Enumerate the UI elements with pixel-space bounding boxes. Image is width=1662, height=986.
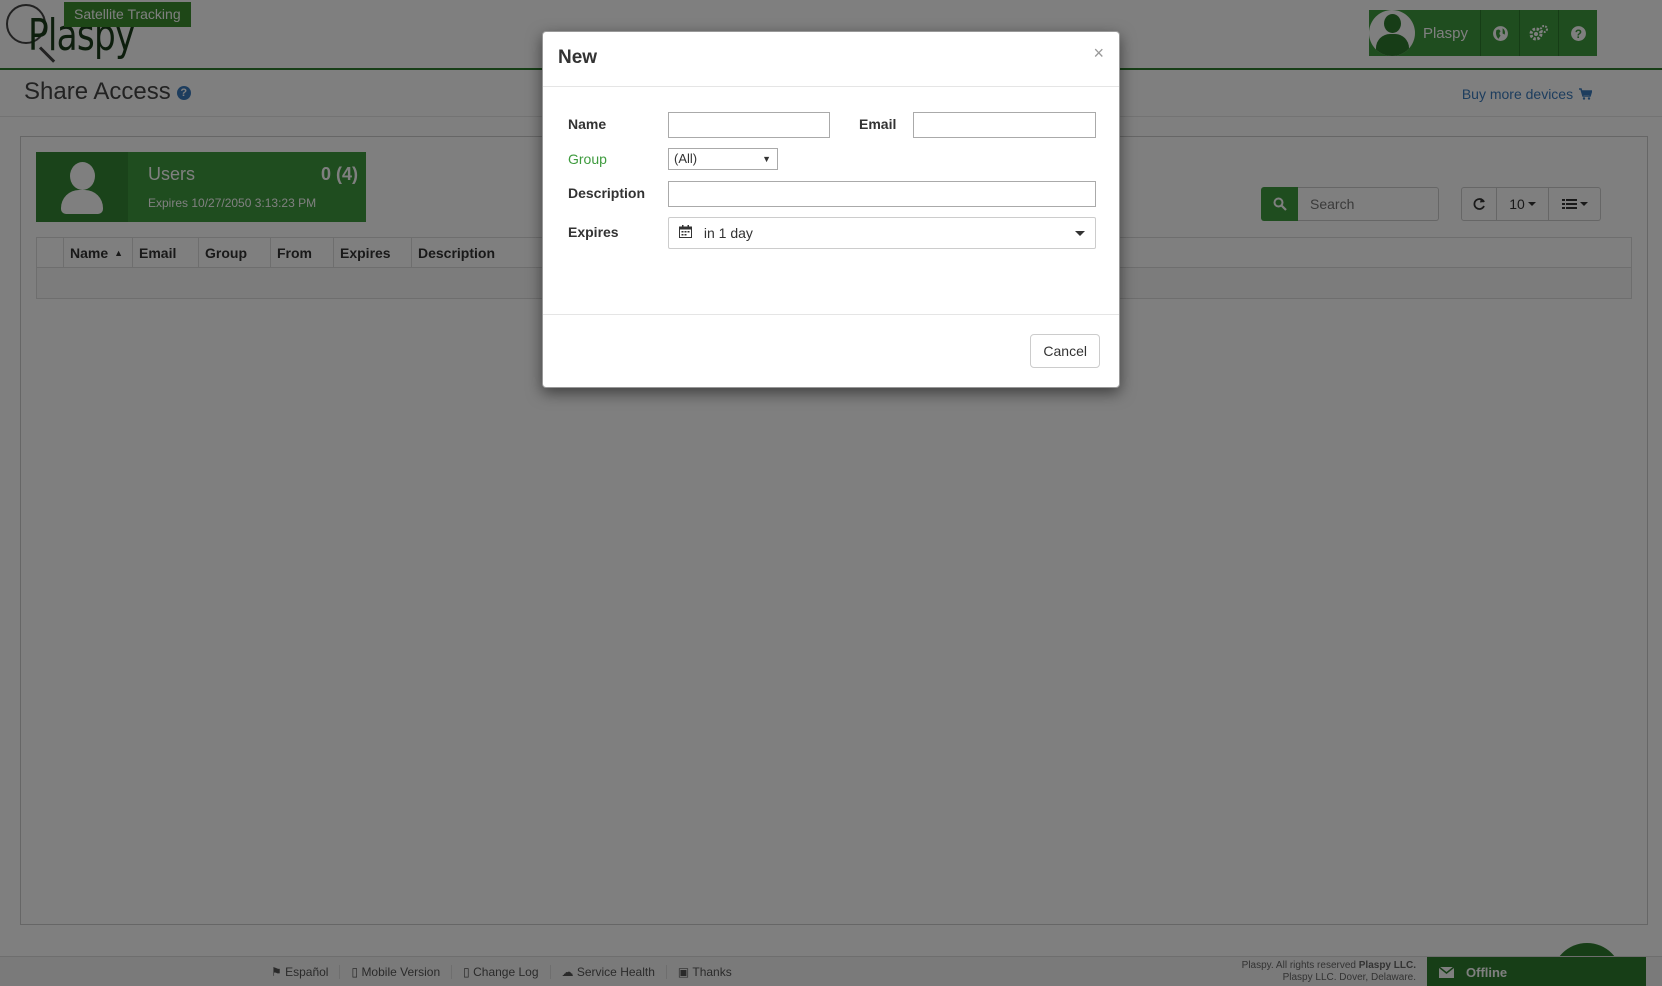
calendar-icon xyxy=(679,225,692,238)
modal-header: New × xyxy=(543,32,1119,87)
description-label: Description xyxy=(568,185,646,201)
email-field[interactable] xyxy=(913,112,1096,138)
name-field[interactable] xyxy=(668,112,830,138)
modal-footer: Cancel xyxy=(543,314,1119,388)
email-label: Email xyxy=(859,116,897,132)
group-select-value: (All) xyxy=(674,151,698,166)
select-arrow-icon: ▼ xyxy=(762,154,771,164)
close-icon[interactable]: × xyxy=(1093,44,1104,62)
modal-title: New xyxy=(558,47,598,68)
group-label: Group xyxy=(568,151,607,167)
cancel-button[interactable]: Cancel xyxy=(1030,334,1100,368)
description-field[interactable] xyxy=(668,181,1096,207)
expires-value: in 1 day xyxy=(703,225,753,241)
expires-label: Expires xyxy=(568,224,619,240)
group-select[interactable]: (All) ▼ xyxy=(668,148,778,170)
new-share-dialog: New × Name Email Group (All) ▼ Descripti… xyxy=(542,31,1120,388)
expires-dropdown[interactable]: in 1 day xyxy=(668,217,1096,249)
chevron-down-icon xyxy=(1075,231,1085,236)
name-label: Name xyxy=(568,116,607,132)
modal-body: Name Email Group (All) ▼ Description Exp… xyxy=(543,87,1119,314)
